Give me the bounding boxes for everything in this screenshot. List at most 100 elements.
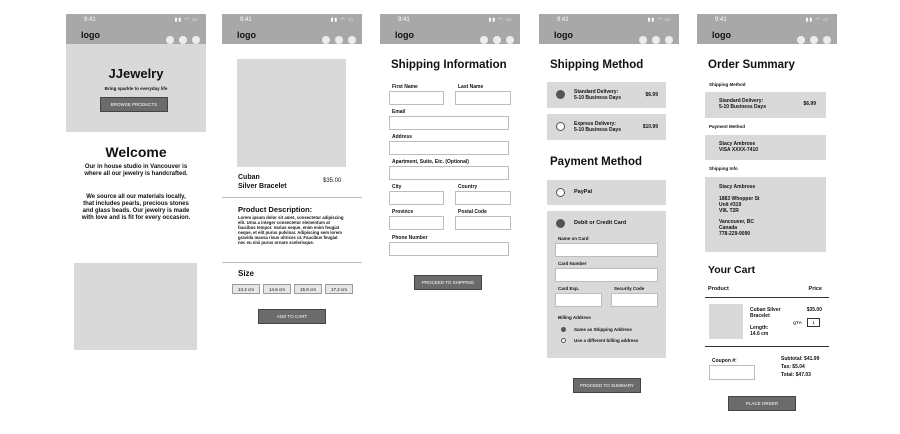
nav-dot-icon[interactable] xyxy=(493,36,501,44)
radio-selected-icon[interactable] xyxy=(556,219,565,228)
province-field[interactable] xyxy=(389,216,444,230)
nav-dots xyxy=(634,31,673,49)
radio-empty-icon[interactable] xyxy=(556,122,565,131)
card-number-label: Card Number xyxy=(558,261,587,266)
nav-dot-icon[interactable] xyxy=(348,36,356,44)
size-option[interactable]: 17.2 cm xyxy=(325,284,353,294)
standard-delivery-line2: 5-10 Business Days xyxy=(574,95,621,101)
radio-empty-icon[interactable] xyxy=(556,188,565,197)
product-screen: 9:41 ▮▮ ◠ ▭ logo Cuban Silver Bracelet $… xyxy=(222,14,362,424)
coupon-field[interactable] xyxy=(709,365,755,380)
browse-products-button[interactable]: BROWSE PRODUCTS xyxy=(100,97,168,112)
radio-selected-icon[interactable] xyxy=(561,327,566,332)
welcome-heading: Welcome xyxy=(105,144,167,160)
home-screen: 9:41 ▮▮ ◠ ▭ logo JJewelry Bring sparkle … xyxy=(66,14,206,424)
email-label: Email xyxy=(392,109,406,115)
product-price: $35.00 xyxy=(323,178,342,184)
product-name: Cuban Silver Bracelet xyxy=(238,173,287,191)
totals-block: Subtotal: $41.99 Tax: $5.04 Total: $47.0… xyxy=(781,355,819,379)
last-name-label: Last Name xyxy=(458,84,484,90)
logo[interactable]: logo xyxy=(237,30,256,40)
postal-code-label: Postal Code xyxy=(458,209,487,215)
name-on-card-label: Name on Card xyxy=(558,236,589,241)
standard-delivery-option[interactable]: Standard Delivery: 5-10 Business Days $6… xyxy=(547,82,666,108)
product-name-line2: Silver Bracelet xyxy=(238,183,287,190)
payment-method-box: Stacy Ambrose VISA XXXX-7410 xyxy=(705,135,826,160)
size-option-selected[interactable]: 14.6 cm xyxy=(263,284,291,294)
nav-dot-icon[interactable] xyxy=(166,36,174,44)
phone-field[interactable] xyxy=(389,242,509,256)
tax: Tax: $5.04 xyxy=(781,364,805,370)
nav-dot-icon[interactable] xyxy=(823,36,831,44)
city-field[interactable] xyxy=(389,191,444,205)
nav-dot-icon[interactable] xyxy=(322,36,330,44)
same-as-shipping-label: Same as Shipping Address xyxy=(574,327,632,332)
proceed-to-summary-button[interactable]: PROCEED TO SUMMARY xyxy=(573,378,641,393)
place-order-button[interactable]: PLACE ORDER xyxy=(728,396,796,411)
brand-name: JJewelry xyxy=(108,66,164,81)
security-code-field[interactable] xyxy=(611,293,658,307)
card-exp-field[interactable] xyxy=(555,293,602,307)
logo[interactable]: logo xyxy=(395,30,414,40)
name-on-card-field[interactable] xyxy=(555,243,658,257)
paypal-option[interactable]: PayPal xyxy=(547,180,666,205)
size-option[interactable]: 13.4 cm xyxy=(232,284,260,294)
logo[interactable]: logo xyxy=(554,30,573,40)
total: Total: $47.03 xyxy=(781,372,811,378)
apartment-label: Apartment, Suite, Etc. (Optional) xyxy=(392,159,469,165)
qty-input[interactable]: 1 xyxy=(807,318,820,327)
top-bar: 9:41 ▮▮ ◠ ▭ logo xyxy=(697,14,837,44)
apartment-field[interactable] xyxy=(389,166,509,180)
description-text: Lorem ipsum dolor sit amet, consectetur … xyxy=(238,215,344,245)
country-field[interactable] xyxy=(455,191,511,205)
email-field[interactable] xyxy=(389,116,509,130)
status-icons: ▮▮ ◠ ▭ xyxy=(330,17,354,23)
nav-dot-icon[interactable] xyxy=(480,36,488,44)
nav-dot-icon[interactable] xyxy=(810,36,818,44)
nav-dot-icon[interactable] xyxy=(797,36,805,44)
shipping-method-box: Standard Delivery: 5-10 Business Days $6… xyxy=(705,92,826,118)
first-name-field[interactable] xyxy=(389,91,444,105)
postal-code-field[interactable] xyxy=(455,216,511,230)
address-field[interactable] xyxy=(389,141,509,155)
province-label: Province xyxy=(392,209,414,215)
paypal-label: PayPal xyxy=(574,189,593,195)
proceed-to-shipping-button[interactable]: PROCEED TO SHIPPING xyxy=(414,275,482,290)
nav-dot-icon[interactable] xyxy=(335,36,343,44)
nav-dot-icon[interactable] xyxy=(665,36,673,44)
cart-item-length: Length: 14.6 cm xyxy=(750,325,768,337)
cart-title: Your Cart xyxy=(708,264,756,276)
address-label: Address xyxy=(392,134,413,140)
product-image xyxy=(237,59,346,167)
size-option[interactable]: 15.9 cm xyxy=(294,284,322,294)
divider xyxy=(705,297,829,298)
nav-dot-icon[interactable] xyxy=(639,36,647,44)
order-summary-screen: 9:41 ▮▮ ◠ ▭ logo Order Summary Shipping … xyxy=(697,14,837,424)
logo[interactable]: logo xyxy=(81,30,100,40)
cart-item-name: Cuban Silver Bracelet xyxy=(750,307,781,319)
card-number-field[interactable] xyxy=(555,268,658,282)
payment-method-label: Payment Method xyxy=(709,124,746,129)
intro-paragraph: Our in house studio in Vancouver is wher… xyxy=(84,164,188,177)
phone-label: Phone Number xyxy=(392,235,428,241)
product-name-line1: Cuban xyxy=(238,174,260,181)
cart-item-image xyxy=(709,304,743,339)
product-column-header: Product xyxy=(708,286,729,292)
nav-dot-icon[interactable] xyxy=(506,36,514,44)
shipping-info-label: Shipping Info xyxy=(709,166,738,171)
add-to-cart-button[interactable]: ADD TO CART xyxy=(258,309,326,324)
shipping-info-screen: 9:41 ▮▮ ◠ ▭ logo Shipping Information Fi… xyxy=(380,14,520,424)
shipping-method-price: $6.99 xyxy=(803,101,816,107)
radio-selected-icon[interactable] xyxy=(556,90,565,99)
nav-dot-icon[interactable] xyxy=(192,36,200,44)
logo[interactable]: logo xyxy=(712,30,731,40)
city-label: City xyxy=(392,184,402,190)
shipping-method-label: Shipping Method xyxy=(709,82,746,87)
nav-dot-icon[interactable] xyxy=(652,36,660,44)
coupon-label: Coupon #: xyxy=(712,358,737,364)
radio-empty-icon[interactable] xyxy=(561,338,566,343)
express-delivery-option[interactable]: Express Delivery: 5-10 Business Days $10… xyxy=(547,114,666,140)
last-name-field[interactable] xyxy=(455,91,511,105)
size-title: Size xyxy=(238,269,255,278)
nav-dot-icon[interactable] xyxy=(179,36,187,44)
